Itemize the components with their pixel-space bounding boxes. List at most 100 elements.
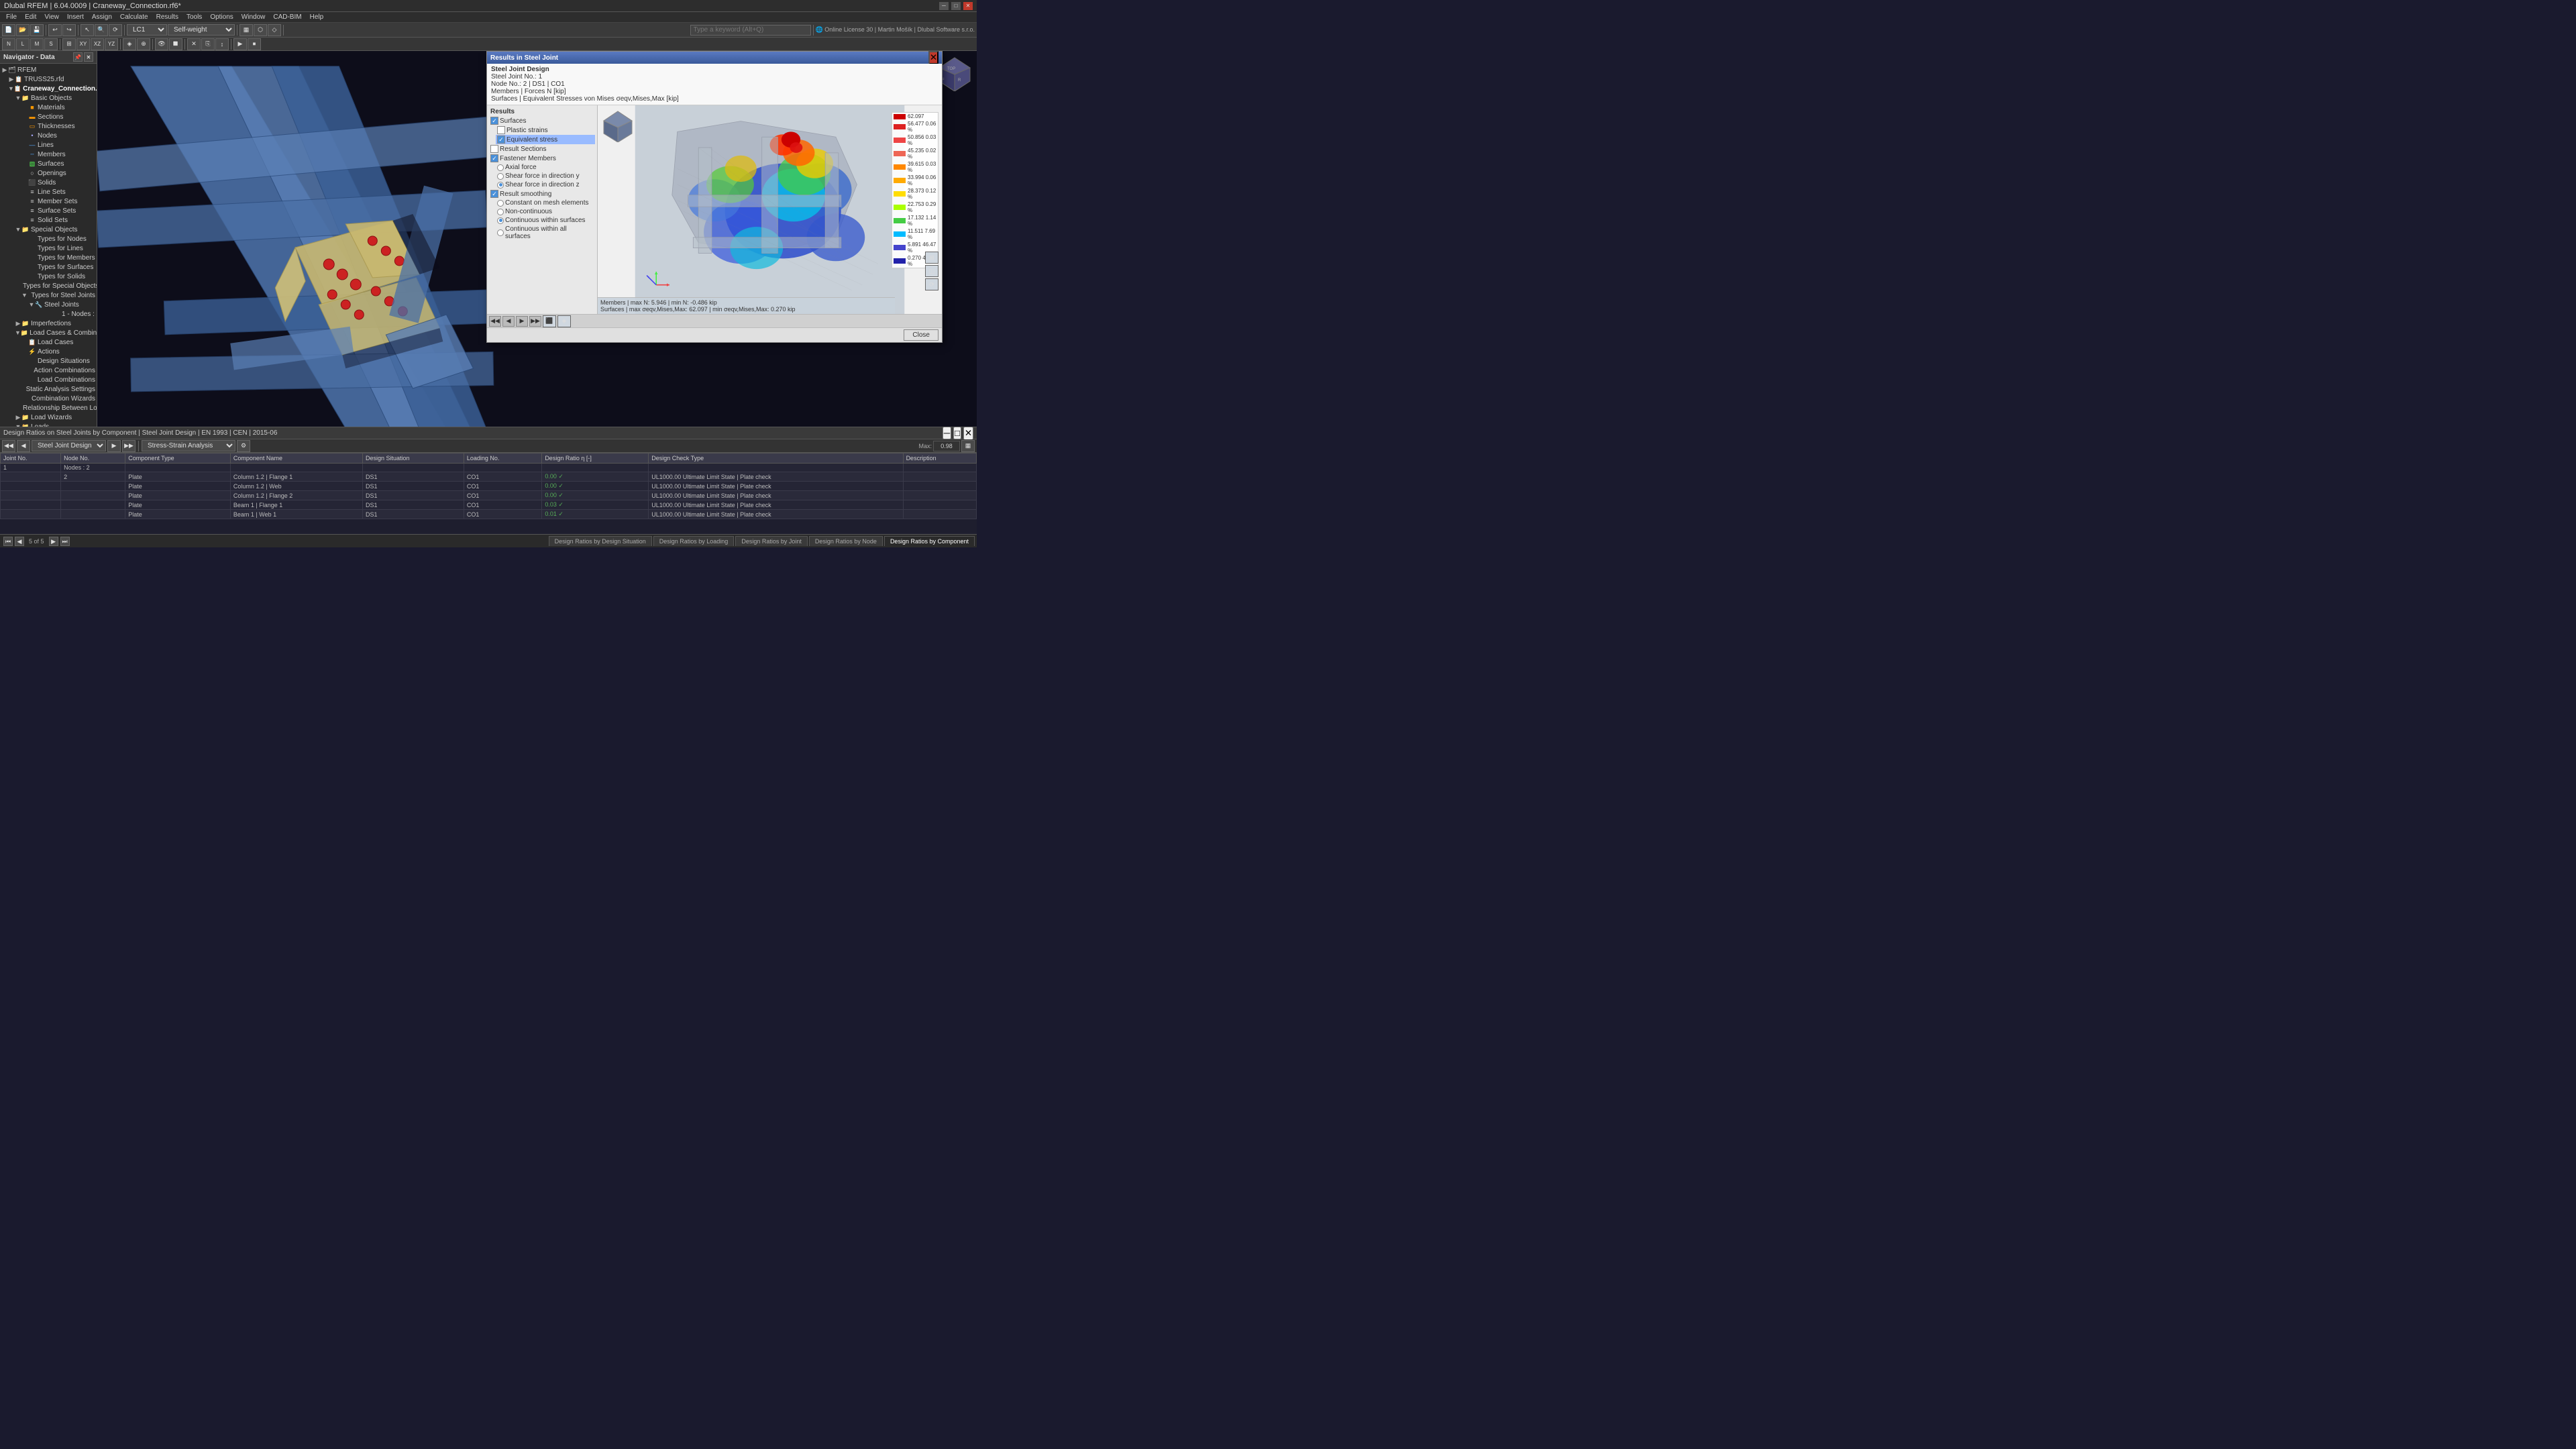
tree-load-combos[interactable]: Load Combinations <box>20 375 97 384</box>
shear-z-radio[interactable] <box>497 182 504 189</box>
shear-y-item[interactable]: Shear force in direction y <box>496 172 595 180</box>
tab-by-joint[interactable]: Design Ratios by Joint <box>735 536 808 546</box>
viz-btn-2[interactable]: ◫ <box>925 265 938 277</box>
wireframe-button[interactable]: ⬡ <box>254 24 267 36</box>
viewport-3d[interactable]: TOP R F Results in Steel Joint ✕ Steel J… <box>97 51 977 478</box>
member-btn[interactable]: M <box>30 38 44 50</box>
non-cont-radio[interactable] <box>497 209 504 215</box>
tree-basic-objects[interactable]: ▼ 📁 Basic Objects <box>13 93 97 103</box>
menu-cadbim[interactable]: CAD-BIM <box>270 13 305 21</box>
open-button[interactable]: 📂 <box>16 24 30 36</box>
equiv-check[interactable]: ✓ <box>497 136 505 144</box>
shear-z-item[interactable]: Shear force in direction z <box>496 180 595 189</box>
tree-members[interactable]: ╌ Members <box>20 150 97 159</box>
page-prev-btn[interactable]: ◀ <box>15 537 24 546</box>
run-btn[interactable]: ▶ <box>233 38 247 50</box>
viz-btn-3[interactable]: ⟳ <box>925 278 938 290</box>
shear-y-radio[interactable] <box>497 173 504 180</box>
hide-btn[interactable]: 👁 <box>155 38 168 50</box>
fastener-members-item[interactable]: ✓ Fastener Members <box>489 154 595 163</box>
page-last-btn[interactable]: ⏭ <box>60 537 70 546</box>
fastener-check[interactable]: ✓ <box>490 154 498 162</box>
line-btn[interactable]: L <box>16 38 30 50</box>
continuous-all-item[interactable]: Continuous within all surfaces <box>496 225 595 241</box>
node-btn[interactable]: N <box>2 38 15 50</box>
tree-openings[interactable]: ○ Openings <box>20 168 97 178</box>
dialog-display-btn[interactable]: ◈ <box>557 315 571 327</box>
prev-btn[interactable]: ◀◀ <box>489 316 501 327</box>
tree-load-cases-item[interactable]: 📋 Load Cases <box>20 337 97 347</box>
tree-surface-sets[interactable]: ≡ Surface Sets <box>20 206 97 215</box>
tree-types-solids[interactable]: Types for Solids <box>20 272 97 281</box>
table-row[interactable]: 2 Plate Column 1.2 | Flange 1 DS1 CO1 0.… <box>1 472 977 482</box>
tree-surfaces[interactable]: ▧ Surfaces <box>20 159 97 168</box>
view-yz-btn[interactable]: YZ <box>105 38 118 50</box>
tree-types-special[interactable]: Types for Special Objects <box>20 281 97 290</box>
lc-selector[interactable]: LC1 <box>127 24 167 36</box>
menu-tools[interactable]: Tools <box>183 13 205 21</box>
tree-lines[interactable]: — Lines <box>20 140 97 150</box>
tree-types-members[interactable]: Types for Members <box>20 253 97 262</box>
constant-mesh-item[interactable]: Constant on mesh elements <box>496 199 595 207</box>
surfaces-item[interactable]: ✓ Surfaces <box>489 116 595 125</box>
tree-nodes[interactable]: • Nodes <box>20 131 97 140</box>
redo-button[interactable]: ↪ <box>62 24 76 36</box>
cont-all-radio[interactable] <box>497 229 504 236</box>
maximize-button[interactable]: □ <box>951 2 961 10</box>
nav-last-btn[interactable]: ▶▶ <box>529 316 541 327</box>
viz-btn-1[interactable]: ⊞ <box>925 252 938 264</box>
dialog-3d-btn[interactable]: ⬛ <box>543 315 556 327</box>
render-button[interactable]: ▦ <box>239 24 253 36</box>
tree-load-wizards[interactable]: ▶ 📁 Load Wizards <box>13 413 97 422</box>
tab-by-loading[interactable]: Design Ratios by Loading <box>653 536 735 546</box>
menu-edit[interactable]: Edit <box>21 13 40 21</box>
result-sections-check[interactable] <box>490 145 498 153</box>
axial-force-item[interactable]: Axial force <box>496 163 595 172</box>
tree-imperfections[interactable]: ▶ 📁 Imperfections <box>13 319 97 328</box>
copy-btn[interactable]: ⎘ <box>201 38 215 50</box>
menu-window[interactable]: Window <box>238 13 269 21</box>
result-sections-item[interactable]: Result Sections <box>489 144 595 154</box>
dialog-close-button[interactable]: Close <box>904 329 938 341</box>
view-xz-btn[interactable]: XZ <box>91 38 104 50</box>
menu-help[interactable]: Help <box>307 13 327 21</box>
display-btn[interactable]: ◈ <box>123 38 136 50</box>
surfaces-check[interactable]: ✓ <box>490 117 498 125</box>
tree-materials[interactable]: ■ Materials <box>20 103 97 112</box>
tab-by-situation[interactable]: Design Ratios by Design Situation <box>549 536 652 546</box>
smoothing-check[interactable]: ✓ <box>490 190 498 198</box>
bottom-filter-btn[interactable]: ▦ <box>961 440 975 452</box>
tree-action-combos[interactable]: Action Combinations <box>20 366 97 375</box>
dialog-close-btn[interactable]: ✕ <box>928 51 938 64</box>
tree-rel-load[interactable]: Relationship Between Load Cases <box>20 403 97 413</box>
axial-radio[interactable] <box>497 164 504 171</box>
table-row[interactable]: Plate Column 1.2 | Flange 2 DS1 CO1 0.00… <box>1 491 977 500</box>
menu-insert[interactable]: Insert <box>64 13 87 21</box>
surface-btn[interactable]: S <box>44 38 58 50</box>
menu-results[interactable]: Results <box>153 13 182 21</box>
view-xy-btn[interactable]: XY <box>76 38 90 50</box>
tree-rfem[interactable]: ▶ 🗂 RFEM <box>0 65 97 74</box>
tree-design-situations[interactable]: Design Situations <box>20 356 97 366</box>
minimize-button[interactable]: ─ <box>939 2 949 10</box>
plastic-strains-item[interactable]: Plastic strains <box>496 125 595 135</box>
analysis-type-selector[interactable]: Stress-Strain Analysis <box>142 440 235 451</box>
iso-button[interactable]: ◇ <box>268 24 281 36</box>
stop-btn[interactable]: ⏹ <box>248 38 261 50</box>
close-button[interactable]: ✕ <box>963 2 973 10</box>
tree-solids[interactable]: ⬛ Solids <box>20 178 97 187</box>
menu-calculate[interactable]: Calculate <box>117 13 152 21</box>
tree-types-steel[interactable]: ▼ Types for Steel Joints <box>20 290 97 300</box>
move-btn[interactable]: ↕ <box>215 38 229 50</box>
nav-next-btn[interactable]: ▶ <box>516 316 528 327</box>
page-next-btn[interactable]: ▶ <box>49 537 58 546</box>
tab-by-node[interactable]: Design Ratios by Node <box>809 536 883 546</box>
table-row[interactable]: Plate Beam 1 | Web 1 DS1 CO1 0.01 ✓ UL10… <box>1 510 977 519</box>
tree-types-surfaces[interactable]: Types for Surfaces <box>20 262 97 272</box>
page-first-btn[interactable]: ⏮ <box>3 537 13 546</box>
tree-thicknesses[interactable]: ▭ Thicknesses <box>20 121 97 131</box>
tree-line-sets[interactable]: ≡ Line Sets <box>20 187 97 197</box>
show-btn[interactable]: 🔲 <box>169 38 182 50</box>
tree-load-cases[interactable]: ▼ 📁 Load Cases & Combinations <box>13 328 97 337</box>
tree-solid-sets[interactable]: ≡ Solid Sets <box>20 215 97 225</box>
